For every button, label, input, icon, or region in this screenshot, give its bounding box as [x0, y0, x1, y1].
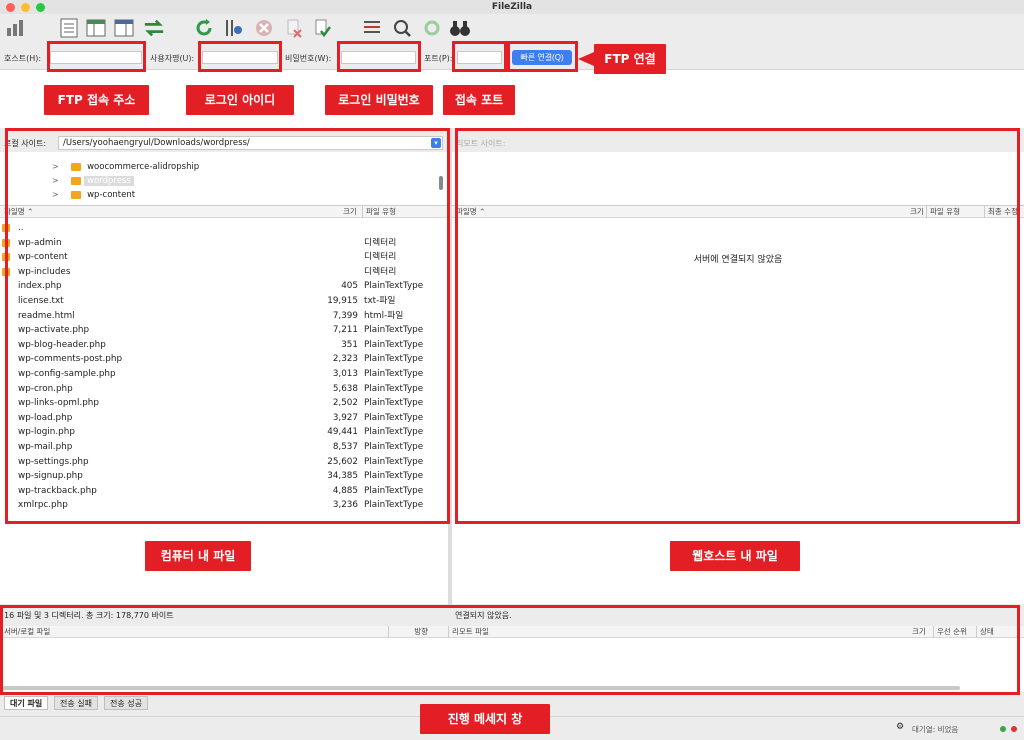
host-label: 호스트(H): [4, 54, 42, 63]
process-queue-icon[interactable] [223, 17, 245, 39]
annotation-label-ftp-connect: FTP 연결 [594, 44, 666, 74]
annotation-box-connect [507, 41, 578, 72]
annotation-box-remote [455, 128, 1020, 524]
annotation-box-local [5, 128, 450, 524]
tab-queued-files[interactable]: 대기 파일 [4, 696, 49, 710]
send-indicator-icon [1000, 726, 1006, 732]
queue-tabs: 대기 파일 전송 실패 전송 성공 [4, 696, 304, 712]
annotation-label-remote-files: 웹호스트 내 파일 [670, 541, 800, 571]
tab-successful-transfers[interactable]: 전송 성공 [104, 696, 148, 710]
port-label: 포트(P): [424, 54, 453, 63]
annotation-box-password [337, 41, 421, 72]
zoom-window-button[interactable] [36, 3, 45, 12]
message-log-toggle-icon[interactable] [58, 17, 80, 39]
cancel-operation-icon[interactable] [253, 17, 275, 39]
queue-status-text: 대기열: 비었음 [912, 725, 959, 734]
directory-filter-icon[interactable] [361, 17, 383, 39]
close-window-button[interactable] [6, 3, 15, 12]
minimize-window-button[interactable] [21, 3, 30, 12]
annotation-box-username [198, 41, 282, 72]
receive-indicator-icon [1011, 726, 1017, 732]
annotation-label-login-id: 로그인 아이디 [186, 85, 294, 115]
annotation-arrow-icon [578, 52, 594, 66]
annotation-box-host [47, 41, 146, 72]
sync-browsing-icon[interactable] [421, 17, 443, 39]
annotation-label-local-files: 컴퓨터 내 파일 [145, 541, 251, 571]
window-title: FileZilla [491, 2, 533, 12]
tab-failed-transfers[interactable]: 전송 실패 [54, 696, 98, 710]
annotation-label-message-window: 진행 메세지 창 [420, 704, 550, 734]
disconnect-icon[interactable] [283, 17, 305, 39]
annotation-box-port [452, 41, 507, 72]
annotation-box-messages [0, 605, 1020, 695]
title-bar: FileZilla [0, 0, 1024, 14]
transfer-queue-toggle-icon[interactable] [143, 17, 165, 39]
reconnect-icon[interactable] [311, 17, 333, 39]
site-manager-icon[interactable] [4, 17, 26, 39]
password-label: 비밀번호(W): [285, 54, 332, 63]
binoculars-icon[interactable] [449, 17, 471, 39]
queue-status-icon: ⚙ [896, 722, 905, 732]
local-tree-toggle-icon[interactable] [85, 17, 107, 39]
refresh-icon[interactable] [193, 17, 215, 39]
username-label: 사용자명(U): [150, 54, 195, 63]
annotation-label-port: 접속 포트 [443, 85, 515, 115]
remote-tree-toggle-icon[interactable] [113, 17, 135, 39]
annotation-label-login-password: 로그인 비밀번호 [325, 85, 433, 115]
annotation-label-ftp-address: FTP 접속 주소 [44, 85, 149, 115]
search-icon[interactable] [391, 17, 413, 39]
